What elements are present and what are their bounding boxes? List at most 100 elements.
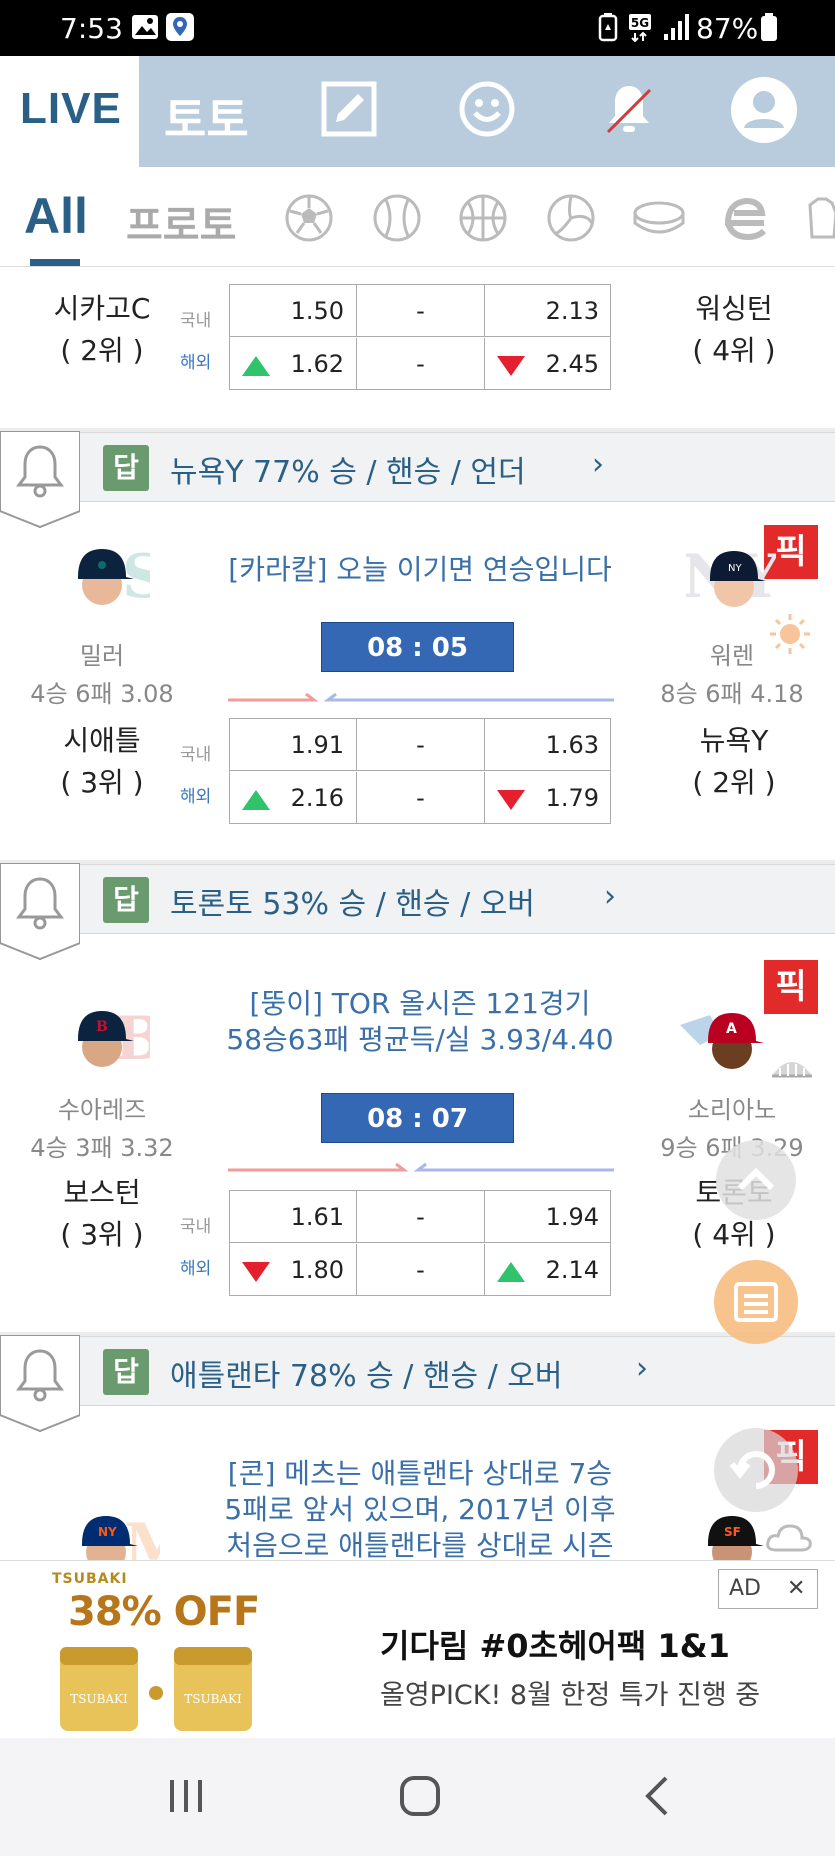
refresh-button[interactable]	[714, 1428, 798, 1512]
svg-text:S: S	[122, 542, 150, 612]
tab-live-label: LIVE	[20, 84, 122, 133]
home-team-name[interactable]: 보스턴	[40, 1172, 164, 1214]
game-comment-line-3: 처음으로 애틀랜타를 상대로 시즌	[226, 1529, 614, 1560]
esports-icon[interactable]	[720, 193, 770, 243]
odds-ovs-away[interactable]: 2.14	[485, 1244, 611, 1296]
back-icon[interactable]	[640, 1774, 676, 1818]
status-time: 7:53	[60, 12, 123, 45]
home-icon[interactable]	[398, 1774, 442, 1818]
odds-ovs-draw[interactable]: -	[357, 1244, 485, 1296]
ad-title: 기다림 #0초헤어팩 1&1	[380, 1627, 730, 1665]
odds-dom-draw[interactable]: -	[357, 1191, 485, 1243]
odds-table: 1.91 - 1.63 2.16 - 1.79	[229, 718, 611, 824]
svg-text:B: B	[96, 1019, 108, 1035]
home-pitcher-avatar: M NY	[70, 1502, 160, 1560]
edit-icon[interactable]	[320, 80, 378, 138]
domestic-label: 국내	[180, 1217, 212, 1237]
overseas-label: 해외	[180, 787, 212, 807]
scroll-top-button[interactable]	[716, 1140, 796, 1220]
volleyball-icon[interactable]	[546, 193, 596, 243]
pick-bar[interactable]: 답 애틀랜타 78% 승 / 핸승 / 오버 ›	[0, 1335, 835, 1433]
refresh-icon	[729, 1451, 775, 1489]
chevron-right-icon: ›	[592, 447, 604, 482]
dome-stadium-icon	[772, 1062, 812, 1078]
odds-ovs-draw[interactable]: -	[357, 338, 485, 390]
tab-live[interactable]: LIVE	[0, 56, 139, 167]
home-team-name[interactable]: 시애틀	[40, 720, 164, 762]
odds-ovs-home[interactable]: 2.16	[230, 772, 357, 824]
odds-dom-draw[interactable]: -	[357, 285, 485, 337]
pick-tag[interactable]: 픽	[764, 960, 818, 1014]
pick-bar[interactable]: 답 뉴욕Y 77% 승 / 핸승 / 언더 ›	[0, 431, 835, 529]
tab-all-underline	[30, 259, 80, 266]
down-arrow-icon	[242, 1262, 270, 1282]
odds-dom-away[interactable]: 1.63	[485, 719, 611, 771]
odds-ovs-away[interactable]: 2.45	[485, 338, 611, 390]
tab-proto[interactable]: 프로토	[126, 193, 236, 251]
odds-dom-away[interactable]: 1.94	[485, 1191, 611, 1243]
odds-ovs-away[interactable]: 1.79	[485, 772, 611, 824]
away-pitcher-record: 8승 6패 4.18	[660, 680, 804, 708]
tab-all[interactable]: All	[24, 187, 88, 245]
basketball-icon[interactable]	[458, 193, 508, 243]
maps-icon	[166, 13, 194, 41]
away-team-rank: ( 4위 )	[692, 1218, 776, 1251]
away-pitcher-name: 소리아노	[687, 1096, 777, 1124]
away-pitcher-avatar: A	[680, 995, 770, 1085]
notifications-off-icon[interactable]	[600, 80, 658, 138]
up-arrow-icon	[242, 356, 270, 376]
game-comment-line-1: [뚱이] TOR 올시즌 121경기	[249, 987, 591, 1020]
odds-ovs-home[interactable]: 1.80	[230, 1244, 357, 1296]
bell-icon[interactable]	[0, 431, 80, 531]
game-comment-line-2: 58승63패 평균득/실 3.93/4.40	[226, 1023, 614, 1056]
chevron-right-icon: ›	[604, 879, 616, 914]
down-arrow-icon	[497, 356, 525, 376]
ad-banner[interactable]: TSUBAKI 38% OFF TSUBAKI TSUBAKI 기다림 #0초헤…	[0, 1560, 835, 1738]
home-pitcher-name: 수아레즈	[57, 1096, 147, 1124]
battery-percent: 87%	[696, 12, 759, 45]
odds-ovs-draw[interactable]: -	[357, 772, 485, 824]
recycle-battery-icon	[598, 13, 618, 42]
profile-icon[interactable]	[730, 76, 798, 144]
list-view-button[interactable]	[714, 1260, 798, 1344]
odds-ovs-home[interactable]: 1.62	[230, 338, 357, 390]
bell-icon[interactable]	[0, 863, 80, 963]
chevron-right-icon: ›	[636, 1351, 648, 1386]
soccer-icon[interactable]	[284, 193, 334, 243]
odds-dom-home[interactable]: 1.91	[230, 719, 357, 771]
overseas-label: 해외	[180, 353, 212, 373]
odds-dom-home[interactable]: 1.61	[230, 1191, 357, 1243]
pick-bar[interactable]: 답 토론토 53% 승 / 핸승 / 오버 ›	[0, 863, 835, 961]
tab-toto[interactable]: 토토	[164, 84, 249, 150]
ad-close-icon[interactable]: ✕	[787, 1576, 805, 1601]
ad-brand: TSUBAKI	[52, 1571, 128, 1587]
cloud-icon	[766, 1524, 812, 1552]
cell-signal-icon	[664, 14, 689, 40]
domestic-label: 국내	[180, 311, 212, 331]
hockey-puck-icon[interactable]	[632, 193, 686, 243]
svg-text:5G: 5G	[631, 16, 649, 30]
up-arrow-icon	[497, 1262, 525, 1282]
baseball-icon[interactable]	[372, 193, 422, 243]
recent-apps-icon[interactable]	[166, 1776, 206, 1816]
odds-dom-draw[interactable]: -	[357, 719, 485, 771]
glove-icon[interactable]	[804, 193, 835, 243]
home-pitcher-avatar: S	[60, 535, 150, 625]
odds-dom-home[interactable]: 1.50	[230, 285, 357, 337]
ad-badge[interactable]: AD ✕	[718, 1569, 818, 1609]
down-arrow-icon	[497, 790, 525, 810]
win-ratio-arrows	[228, 692, 614, 702]
away-team-name[interactable]: 뉴욕Y	[672, 720, 796, 762]
chevron-up-icon	[737, 1167, 775, 1191]
home-team-name[interactable]: 시카고C	[40, 288, 164, 330]
smiley-icon[interactable]	[458, 80, 516, 138]
away-team-name[interactable]: 워싱턴	[672, 288, 796, 330]
list-icon	[734, 1282, 778, 1322]
ad-subtitle: 올영PICK! 8월 한정 특가 진행 중	[380, 1680, 761, 1711]
away-pitcher-avatar: NY NY	[686, 535, 776, 625]
system-nav-bar	[0, 1738, 835, 1856]
pick-summary: 애틀랜타 78% 승 / 핸승 / 오버	[170, 1359, 563, 1394]
answer-badge: 답	[103, 445, 149, 491]
odds-dom-away[interactable]: 2.13	[485, 285, 611, 337]
svg-text:NY: NY	[728, 563, 742, 574]
